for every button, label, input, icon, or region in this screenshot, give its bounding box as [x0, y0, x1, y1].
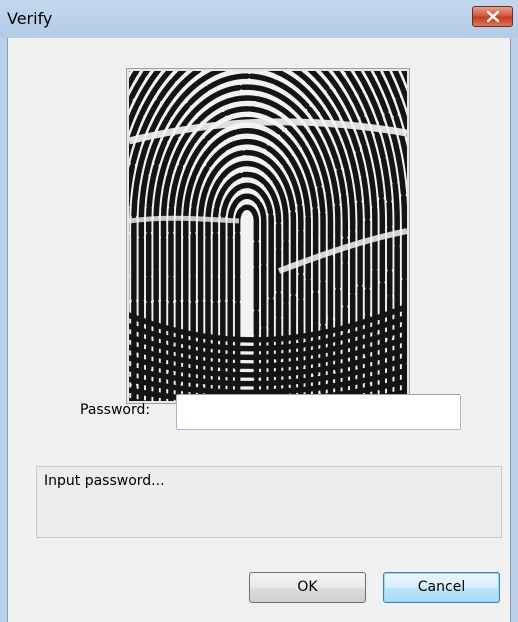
close-button[interactable] — [472, 6, 513, 27]
dialog-body: Password: Input password... OK Cancel — [7, 38, 511, 622]
status-panel: Input password... — [36, 466, 502, 538]
verify-dialog: Verify Password: Input password... OK Ca… — [0, 0, 518, 622]
close-icon — [487, 11, 499, 22]
password-input[interactable] — [176, 394, 461, 430]
fingerprint-image — [129, 71, 407, 401]
window-title: Verify — [7, 9, 53, 28]
status-message: Input password... — [44, 473, 165, 489]
title-bar[interactable]: Verify — [0, 0, 518, 38]
ok-button[interactable]: OK — [249, 572, 366, 603]
cancel-button[interactable]: Cancel — [383, 572, 500, 603]
password-label: Password: — [80, 402, 151, 418]
fingerprint-panel — [126, 68, 410, 404]
